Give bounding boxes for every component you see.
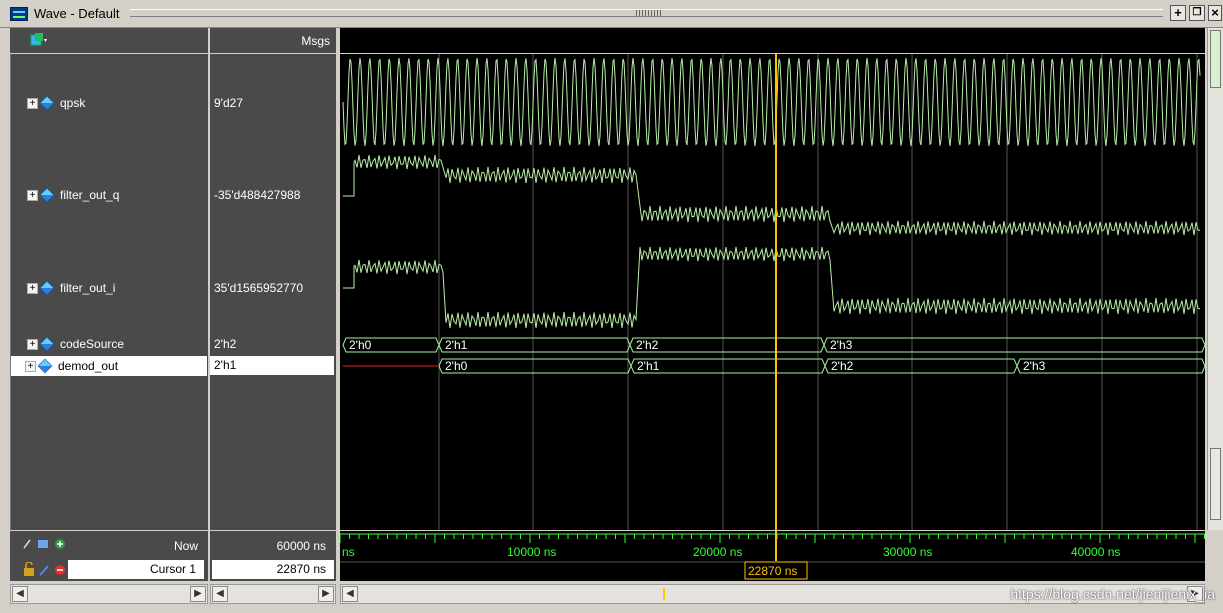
tick-label: 10000 ns xyxy=(507,545,556,559)
msgs-header: Msgs xyxy=(210,28,336,53)
watermark-text: https://blog.csdn.net/jienijienix_ia xyxy=(1010,586,1215,602)
bus-segment xyxy=(438,358,632,374)
cursor-name-field[interactable]: Cursor 1 xyxy=(68,560,204,579)
bus-value-label: 2'h3 xyxy=(1023,359,1046,373)
signal-diamond-icon xyxy=(39,336,55,352)
signal-row-filter-out-q[interactable]: + filter_out_q xyxy=(11,185,207,205)
bus-segment xyxy=(630,358,826,374)
scroll-cursor-marker xyxy=(663,588,665,600)
scroll-thumb-bottom[interactable] xyxy=(1210,448,1221,520)
scroll-left-icon[interactable]: ◀ xyxy=(12,586,28,602)
signal-value: -35'd488427988 xyxy=(214,188,301,202)
wave-qpsk xyxy=(342,57,1201,147)
wave-filter-out-i xyxy=(343,246,1201,329)
bus-segment xyxy=(629,337,825,353)
now-value: 60000 ns xyxy=(276,539,326,553)
title-bar: Wave - Default + ❐ × xyxy=(0,0,1223,28)
tick-label: 40000 ns xyxy=(1071,545,1120,559)
signal-row-codesource[interactable]: + codeSource xyxy=(11,334,207,354)
add-icon[interactable]: + xyxy=(1170,5,1186,21)
scroll-left-icon[interactable]: ◀ xyxy=(212,586,228,602)
signal-diamond-icon xyxy=(39,280,55,296)
signal-name: codeSource xyxy=(60,337,125,351)
signal-values-pane: 9'd27 -35'd488427988 35'd1565952770 2'h2… xyxy=(210,54,336,530)
now-toolbar-icons[interactable] xyxy=(22,537,70,551)
bus-value-label: 2'h2 xyxy=(831,359,854,373)
drag-grip[interactable] xyxy=(636,10,662,16)
bus-value-label: 2'h1 xyxy=(445,338,468,352)
bus-value-label: 2'h2 xyxy=(636,338,659,352)
signal-name: filter_out_q xyxy=(60,188,120,202)
signal-name: demod_out xyxy=(58,359,119,373)
waveform-pane[interactable]: 2'h0 2'h1 2'h2 2'h3 2'h0 2'h1 2'h2 2'h3 xyxy=(340,54,1206,530)
expand-icon[interactable]: + xyxy=(27,338,38,350)
bus-segment xyxy=(438,337,631,353)
signal-name: filter_out_i xyxy=(60,281,116,295)
values-pane-scrollbar[interactable]: ◀ ▶ xyxy=(210,584,336,604)
signal-value: 2'h2 xyxy=(214,337,237,351)
signal-value: 9'd27 xyxy=(214,96,243,110)
signal-name-header xyxy=(10,28,208,53)
signal-value: 35'd1565952770 xyxy=(214,281,304,295)
status-name-pane: Now Cursor 1 xyxy=(10,531,208,581)
scroll-thumb-top[interactable] xyxy=(1210,30,1221,88)
bus-value-label: 2'h3 xyxy=(830,338,853,352)
signal-name: qpsk xyxy=(60,96,86,110)
wave-filter-out-q xyxy=(343,154,1201,236)
expand-icon[interactable]: + xyxy=(25,360,36,372)
signal-row-filter-out-i[interactable]: + filter_out_i xyxy=(11,278,207,298)
signal-row-qpsk[interactable]: + qpsk xyxy=(11,93,207,113)
timeline-ruler[interactable]: ns 10000 ns 20000 ns 30000 ns 40000 ns 2… xyxy=(339,531,1205,581)
bus-value-label: 2'h0 xyxy=(349,338,372,352)
waveform-canvas[interactable]: 2'h0 2'h1 2'h2 2'h3 2'h0 2'h1 2'h2 2'h3 xyxy=(340,54,1206,530)
signal-row-demod-out[interactable]: + demod_out xyxy=(11,356,207,376)
cursor-time-label: 22870 ns xyxy=(748,564,797,578)
signal-diamond-icon xyxy=(39,187,55,203)
cursor-toolbar-icons[interactable] xyxy=(22,562,70,578)
vertical-scrollbar[interactable] xyxy=(1207,28,1223,530)
scroll-right-icon[interactable]: ▶ xyxy=(190,586,206,602)
signal-diamond-icon xyxy=(37,358,53,374)
wave-tool-icon[interactable] xyxy=(30,32,48,48)
timeline-pane[interactable]: ns 10000 ns 20000 ns 30000 ns 40000 ns 2… xyxy=(339,531,1205,581)
wave-window-icon xyxy=(10,7,28,21)
tick-label: 20000 ns xyxy=(693,545,742,559)
timeline-ticks xyxy=(339,534,1205,543)
wave-header xyxy=(340,28,1205,53)
cursor-value: 22870 ns xyxy=(212,560,334,579)
expand-icon[interactable]: + xyxy=(27,282,38,294)
bus-codesource: 2'h0 2'h1 2'h2 2'h3 xyxy=(342,337,1206,353)
now-label: Now xyxy=(173,539,198,553)
scroll-left-icon[interactable]: ◀ xyxy=(342,586,358,602)
bus-value-label: 2'h0 xyxy=(445,359,468,373)
expand-icon[interactable]: + xyxy=(27,189,38,201)
expand-icon[interactable]: + xyxy=(27,97,38,109)
scroll-right-icon[interactable]: ▶ xyxy=(318,586,334,602)
name-pane-scrollbar[interactable]: ◀ ▶ xyxy=(10,584,208,604)
undock-icon[interactable]: ❐ xyxy=(1189,5,1205,21)
bus-segment xyxy=(824,358,1018,374)
bus-demod-out: 2'h0 2'h1 2'h2 2'h3 xyxy=(438,358,1206,374)
tick-label: 30000 ns xyxy=(883,545,932,559)
time-grid xyxy=(438,54,1198,530)
signal-diamond-icon xyxy=(39,95,55,111)
signal-value: 2'h1 xyxy=(210,356,334,375)
tick-label: ns xyxy=(342,545,355,559)
status-values-pane: 60000 ns 22870 ns xyxy=(210,531,336,581)
close-icon[interactable]: × xyxy=(1208,5,1222,21)
bus-value-label: 2'h1 xyxy=(637,359,660,373)
bus-segment xyxy=(823,337,1206,353)
window-title: Wave - Default xyxy=(34,6,120,21)
signal-name-pane: + qpsk + filter_out_q + filter_out_i + c… xyxy=(10,54,208,530)
